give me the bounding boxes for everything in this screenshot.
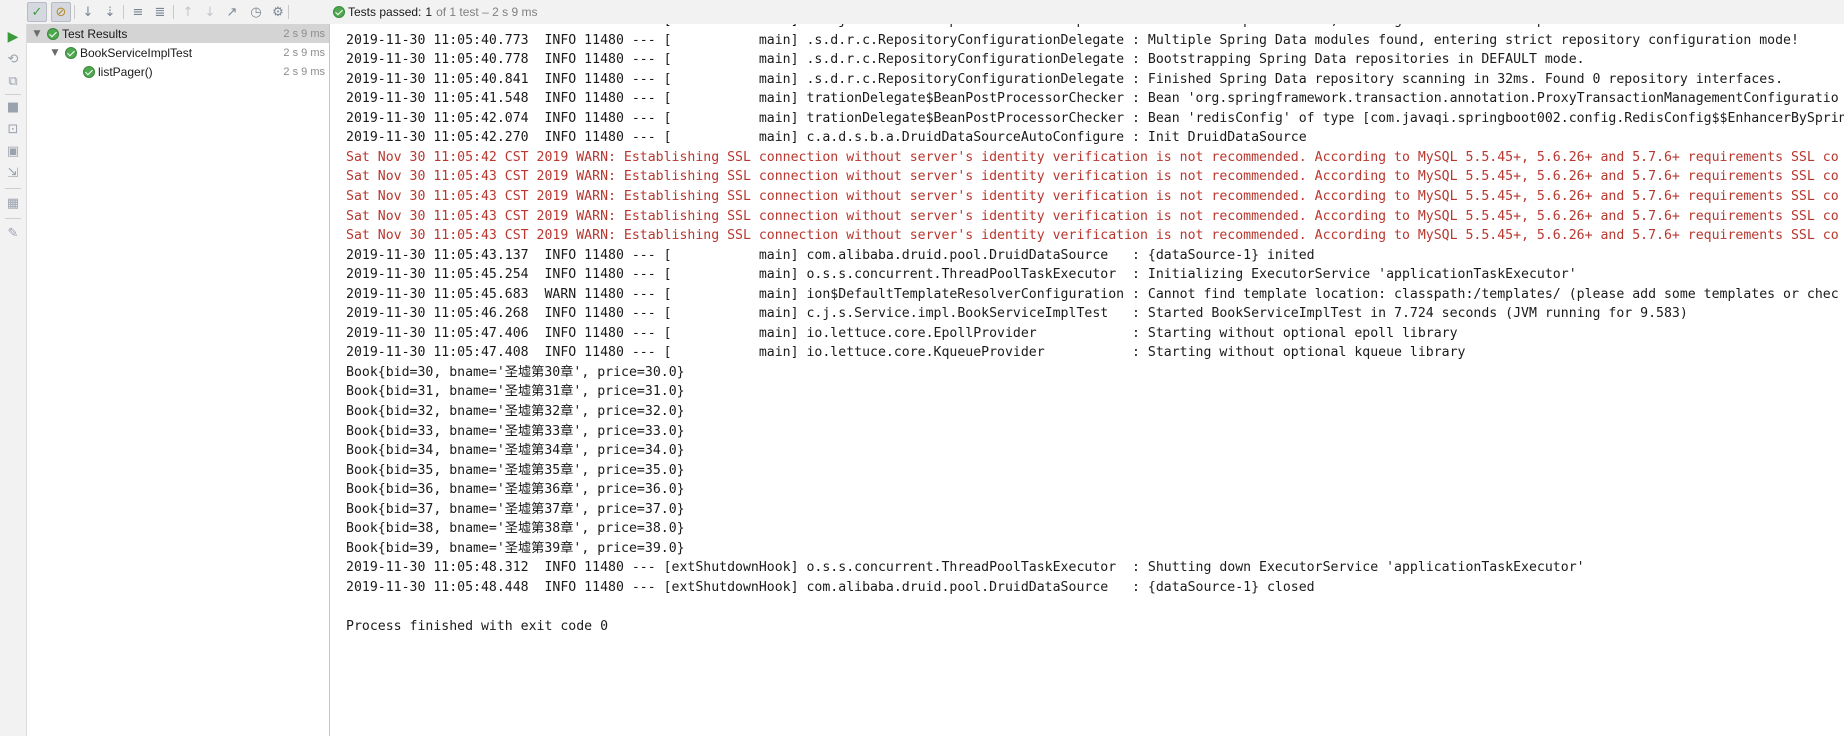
tree-node-duration: 2 s 9 ms — [283, 65, 325, 78]
tree-node[interactable]: ▼ Test Results 2 s 9 ms — [27, 24, 329, 43]
settings-icon[interactable]: ⚙ — [268, 2, 288, 22]
test-passed-icon — [83, 65, 95, 78]
export-results-icon[interactable]: ↗ — [222, 2, 242, 22]
stop-icon[interactable]: ■ — [4, 98, 22, 116]
tree-node-label: listPager() — [98, 64, 153, 79]
previous-failed-icon[interactable]: ↑ — [178, 2, 198, 22]
sidebar-separator — [5, 218, 21, 219]
console-line: Process finished with exit code 0 — [346, 619, 609, 635]
rerun-failed-icon[interactable]: ⟲ — [4, 50, 22, 68]
sort-alphabetically-icon[interactable]: ↓ — [78, 2, 98, 22]
passed-check-icon — [333, 6, 345, 18]
tree-node[interactable]: ▼ BookServiceImplTest 2 s 9 ms — [27, 43, 329, 62]
screenshot-icon[interactable]: ▣ — [4, 142, 22, 160]
sidebar-separator — [5, 188, 21, 189]
pin-icon[interactable]: ✎ — [4, 224, 22, 242]
show-passed-icon[interactable]: ✓ — [27, 2, 47, 22]
tree-node-duration: 2 s 9 ms — [283, 27, 325, 40]
next-failed-icon[interactable]: ↓ — [200, 2, 220, 22]
run-actions-sidebar: ▶ ⟲ ⧉ ■ ⊡ ▣ ⇲ ▦ ✎ — [0, 24, 27, 736]
test-history-icon[interactable]: ◷ — [246, 2, 266, 22]
tree-node-duration: 2 s 9 ms — [283, 46, 325, 59]
show-ignored-icon[interactable]: ⊘ — [51, 2, 71, 22]
toolbar-separator — [123, 5, 124, 19]
toolbar-separator — [173, 5, 174, 19]
test-runner-toolbar: ✓ ⊘ ↓ ⇣ ≡ ≣ ↑ ↓ ↗ ◷ ⚙ Tests passed: 1 of 1 test – … — [0, 0, 1844, 25]
toggle-auto-test-icon[interactable]: ⧉ — [4, 72, 22, 90]
status-count: 1 — [425, 5, 433, 19]
sort-by-duration-icon[interactable]: ⇣ — [100, 2, 120, 22]
console-output[interactable]: 2019-11-30 11:05:40.750 INFO 11480 --- [… — [330, 24, 1844, 736]
tree-node-label: Test Results — [62, 26, 128, 41]
test-passed-icon — [47, 27, 59, 40]
sidebar-separator — [5, 94, 21, 95]
tree-node[interactable]: listPager() 2 s 9 ms — [27, 62, 329, 81]
test-status-bar: Tests passed: 1 of 1 test – 2 s 9 ms — [333, 0, 537, 24]
expand-arrow-icon[interactable]: ▼ — [49, 48, 61, 58]
console-line: 2019-11-30 11:05:48.448 INFO 11480 --- [… — [346, 579, 1315, 595]
exit-icon[interactable]: ⇲ — [4, 164, 22, 182]
test-results-tree: ▼ Test Results 2 s 9 ms ▼ BookServiceImplTes… — [27, 24, 330, 736]
expand-all-icon[interactable]: ≡ — [128, 2, 148, 22]
status-detail: of 1 test – 2 s 9 ms — [436, 5, 538, 19]
layout-icon[interactable]: ▦ — [4, 194, 22, 212]
toolbar-separator — [74, 5, 75, 19]
rerun-icon[interactable]: ▶ — [4, 28, 22, 46]
expand-arrow-icon[interactable]: ▼ — [31, 29, 43, 39]
status-label: Tests passed: — [348, 5, 422, 19]
collapse-all-icon[interactable]: ≣ — [150, 2, 170, 22]
tree-node-label: BookServiceImplTest — [80, 45, 193, 60]
test-passed-icon — [65, 46, 77, 59]
coverage-icon[interactable]: ⊡ — [4, 120, 22, 138]
toolbar-separator — [288, 5, 289, 19]
